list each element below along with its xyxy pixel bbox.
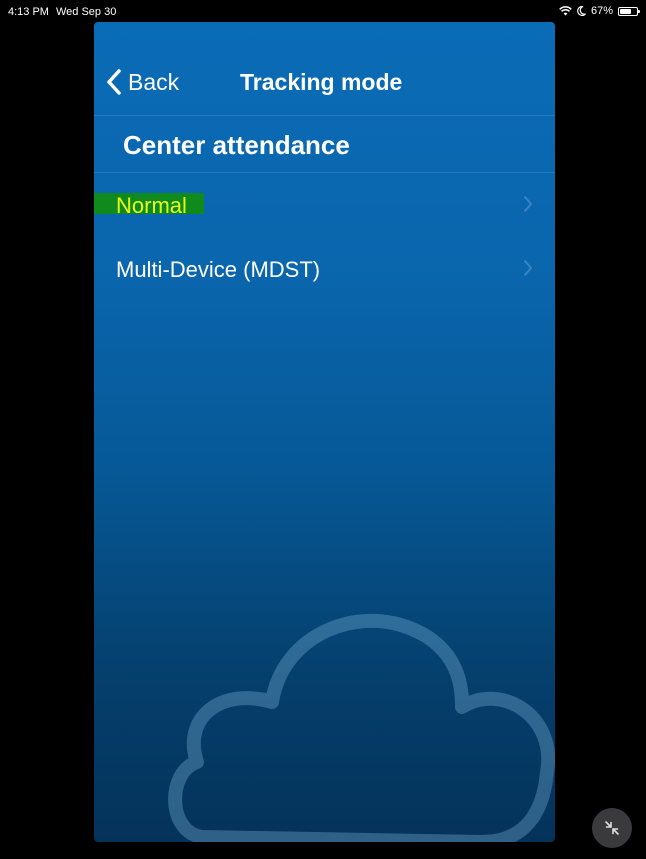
back-button[interactable]: Back [106,68,179,96]
list-item-multi-device[interactable]: Multi-Device (MDST) [94,237,555,299]
chevron-left-icon [107,69,121,95]
cloud-icon [168,613,555,842]
battery-percent: 67% [590,5,613,17]
status-bar: 4:13 PM Wed Sep 30 67% [0,0,646,22]
minimize-icon [605,821,619,835]
status-right: 67% [559,5,640,17]
status-date: Wed Sep 30 [56,6,117,18]
chevron-right-icon [524,260,533,276]
moon-icon [577,6,586,16]
chevron-right-icon [524,196,533,212]
list-item-label: Multi-Device (MDST) [116,257,321,282]
list-item-normal[interactable]: Normal [94,173,555,235]
section-header: Center attendance [94,116,555,173]
minimize-button[interactable] [592,808,632,848]
status-time: 4:13 PM [8,6,49,18]
wifi-icon [559,6,572,16]
app-window: Back Tracking mode Center attendance Nor… [94,22,555,842]
nav-bar: Back Tracking mode [94,22,555,116]
page-title: Tracking mode [240,69,403,95]
list-item-label: Normal [116,193,187,218]
battery-icon [618,6,640,16]
section-title: Center attendance [123,130,350,160]
back-label: Back [128,68,180,95]
